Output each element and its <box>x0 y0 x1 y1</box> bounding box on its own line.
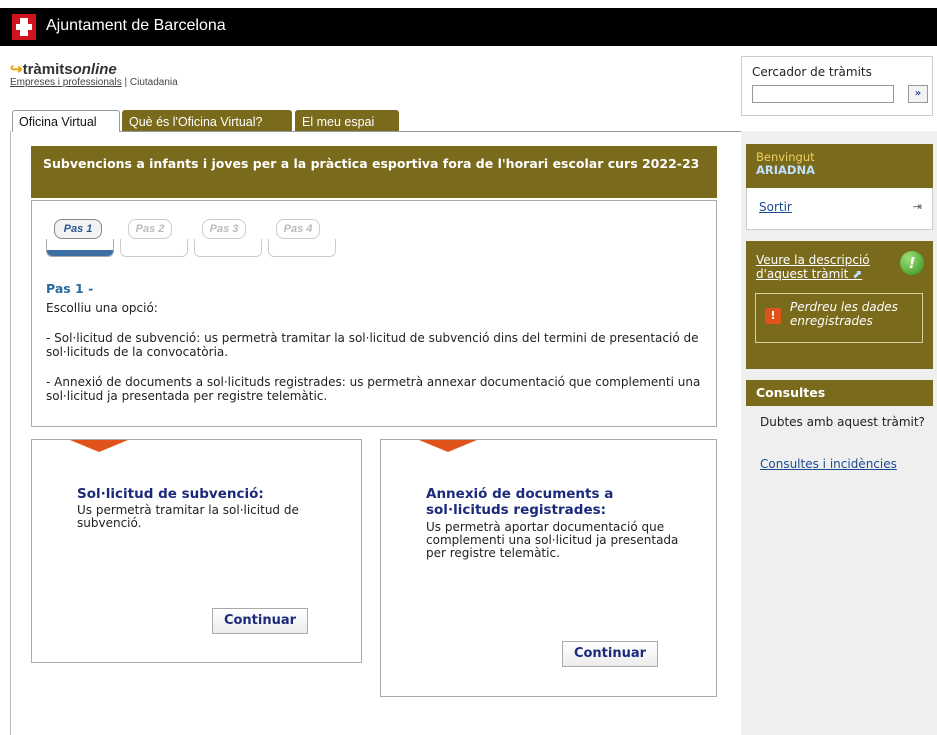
consultes-link[interactable]: Consultes i incidències <box>760 457 897 471</box>
consultes-text: Dubtes amb aquest tràmit? <box>760 415 925 429</box>
citizens-link[interactable]: Ciutadania <box>130 77 178 88</box>
brand-subtitle: Empreses i professionals | Ciutadania <box>10 77 178 88</box>
info-exclamation-icon: ! <box>900 251 924 275</box>
steps-panel: Pas 1 Pas 2 Pas 3 Pas 4 Pas 1 - Escolliu… <box>31 200 717 427</box>
data-loss-warning: ! Perdreu les dades enregistrades <box>755 293 923 343</box>
search-label: Cercador de tràmits <box>752 65 872 79</box>
welcome-box: Benvingut ARIADNA <box>746 144 933 188</box>
search-button[interactable]: » <box>908 85 928 103</box>
procedure-title: Subvencions a infants i joves per a la p… <box>31 146 717 198</box>
step-track-3 <box>194 239 262 257</box>
companies-link[interactable]: Empreses i professionals <box>10 77 122 88</box>
card-title: Annexió de documents a sol·licituds regi… <box>426 486 614 518</box>
view-description-link[interactable]: Veure la descripció d'aquest tràmit ⬈ <box>756 253 896 281</box>
external-link-icon: ⬈ <box>852 267 863 281</box>
user-name: ARIADNA <box>756 163 816 177</box>
card-description: Us permetrà aportar documentació que com… <box>426 520 679 560</box>
tab-que-es[interactable]: Què és l'Oficina Virtual? <box>122 110 292 132</box>
site-title[interactable]: Ajuntament de Barcelona <box>46 17 226 35</box>
step-track-2 <box>120 239 188 257</box>
logout-link[interactable]: Sortir <box>759 200 792 214</box>
option-description-2: - Annexió de documents a sol·licituds re… <box>46 375 701 403</box>
option-card-annexio: Annexió de documents a sol·licituds regi… <box>380 439 717 697</box>
search-input[interactable] <box>752 85 894 103</box>
step-track-4 <box>268 239 336 257</box>
step-4: Pas 4 <box>276 219 320 239</box>
top-header-bar: Ajuntament de Barcelona <box>0 8 937 46</box>
step-3: Pas 3 <box>202 219 246 239</box>
consultes-header: Consultes <box>746 380 933 406</box>
warning-icon: ! <box>765 308 781 324</box>
tab-meu-espai[interactable]: El meu espai <box>295 110 399 132</box>
option-description-1: - Sol·licitud de subvenció: us permetrà … <box>46 331 699 359</box>
card-ribbon-icon <box>419 440 477 452</box>
card-ribbon-icon <box>70 440 128 452</box>
step-intro: Escolliu una opció: <box>46 301 158 315</box>
logout-box: Sortir ⇥ <box>746 188 933 230</box>
tramits-online-brand: ↪tràmitsonline Empreses i professionals … <box>10 60 178 88</box>
content-border <box>10 131 11 735</box>
brand-arrow-icon: ↪ <box>10 61 23 78</box>
card-description: Us permetrà tramitar la sol·licitud de s… <box>77 503 299 530</box>
tab-divider <box>120 131 741 132</box>
continue-button-annexio[interactable]: Continuar <box>562 641 658 667</box>
step-track-1 <box>46 239 114 257</box>
city-logo-icon[interactable] <box>12 14 36 40</box>
continue-button-subvencio[interactable]: Continuar <box>212 608 308 634</box>
step-2: Pas 2 <box>128 219 172 239</box>
procedure-search: Cercador de tràmits » <box>741 56 933 116</box>
option-card-subvencio: Sol·licitud de subvenció: Us permetrà tr… <box>31 439 362 663</box>
description-box: Veure la descripció d'aquest tràmit ⬈ ! … <box>746 241 933 369</box>
step-title: Pas 1 - <box>46 281 94 296</box>
step-1: Pas 1 <box>54 219 102 239</box>
brand-name[interactable]: ↪tràmitsonline <box>10 60 178 78</box>
tab-oficina-virtual[interactable]: Oficina Virtual <box>12 110 120 132</box>
card-title: Sol·licitud de subvenció: <box>77 486 264 502</box>
logout-icon[interactable]: ⇥ <box>913 200 922 213</box>
